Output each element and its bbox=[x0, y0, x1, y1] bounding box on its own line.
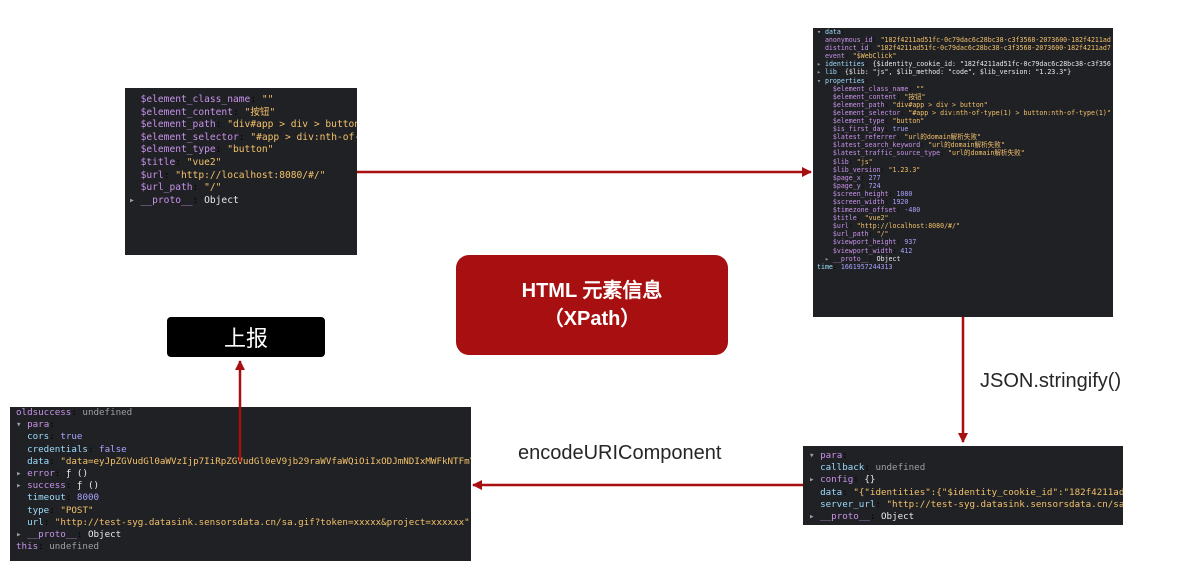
html-element-info-box: HTML 元素信息 （XPath） bbox=[456, 255, 728, 355]
center-box-subtitle: （XPath） bbox=[543, 308, 641, 330]
report-box: 上报 bbox=[167, 317, 325, 357]
encode-uri-label: encodeURIComponent bbox=[518, 442, 722, 464]
center-box-title: HTML 元素信息 bbox=[521, 280, 663, 302]
report-label: 上报 bbox=[223, 326, 268, 351]
json-stringify-label: JSON.stringify() bbox=[980, 370, 1122, 392]
